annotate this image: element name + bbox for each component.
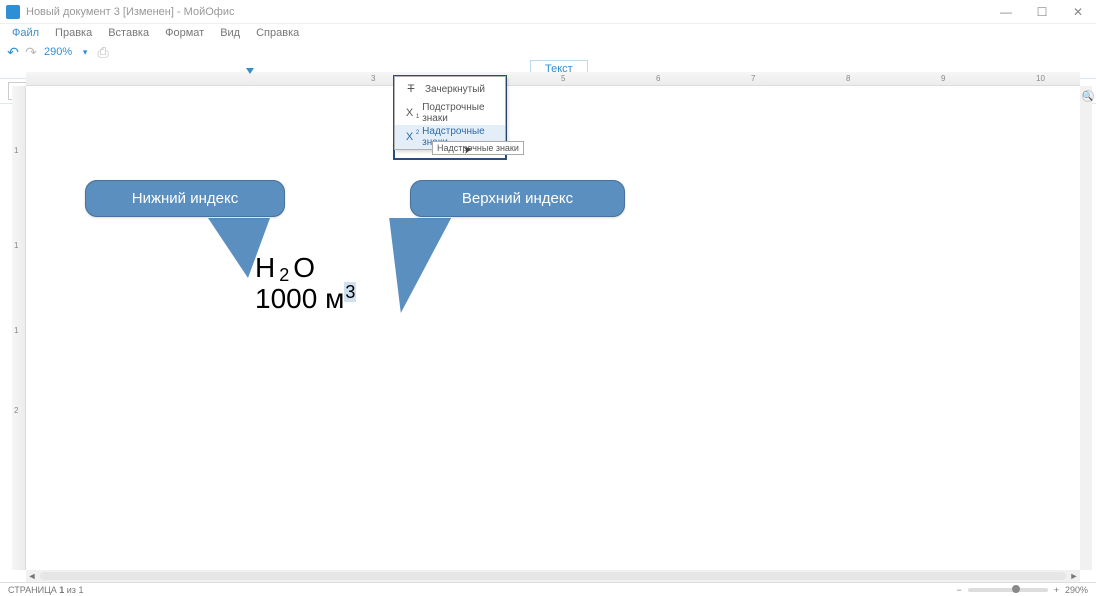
page [26, 86, 1080, 570]
indent-marker-icon[interactable] [246, 68, 254, 74]
close-button[interactable]: ✕ [1060, 0, 1096, 24]
menu-format[interactable]: Формат [157, 26, 212, 40]
quick-zoom-value[interactable]: 290% [44, 46, 72, 58]
strikethrough-icon: T [403, 83, 419, 95]
callout-lower-index: Нижний индекс [85, 180, 285, 217]
title-bar: Новый документ 3 [Изменен] - МойОфис — ☐… [0, 0, 1096, 24]
menu-bar: Файл Правка Вставка Формат Вид Справка [0, 24, 1096, 42]
status-page-num: 1 [59, 585, 64, 595]
document-viewport[interactable] [26, 86, 1080, 570]
print-icon[interactable]: ⎙ [94, 43, 112, 61]
nav-pane-toggle-icon[interactable]: 🔍 [1082, 90, 1094, 102]
subscript-icon: X1 [403, 107, 416, 119]
scroll-left-icon[interactable]: ◄ [26, 571, 38, 581]
horizontal-ruler[interactable]: 3 4 5 6 7 8 9 10 [26, 72, 1080, 86]
document-line-2[interactable]: 1000 м3 [255, 282, 356, 316]
menu-view[interactable]: Вид [212, 26, 248, 40]
callout-upper-index: Верхний индекс [410, 180, 625, 217]
dropdown-subscript[interactable]: X1 Подстрочные знаки [395, 101, 505, 125]
horizontal-scrollbar[interactable]: ◄ ► [26, 570, 1080, 582]
undo-icon[interactable]: ↶ [4, 43, 22, 61]
menu-file[interactable]: Файл [4, 26, 47, 40]
app-logo-icon [6, 5, 20, 19]
status-zoom-value[interactable]: 290% [1065, 585, 1088, 595]
vertical-ruler[interactable]: 1 1 1 2 [12, 86, 26, 570]
status-page-sep: из [67, 585, 76, 595]
selected-superscript: 3 [344, 282, 356, 302]
more-format-dropdown: T Зачеркнутый X1 Подстрочные знаки X2 На… [394, 76, 506, 150]
minimize-button[interactable]: — [988, 0, 1024, 24]
scroll-right-icon[interactable]: ► [1068, 571, 1080, 581]
menu-edit[interactable]: Правка [47, 26, 100, 40]
window-title: Новый документ 3 [Изменен] - МойОфис [26, 6, 988, 18]
zoom-slider[interactable] [968, 588, 1048, 592]
status-bar: СТРАНИЦА 1 из 1 − + 290% [0, 582, 1096, 596]
menu-insert[interactable]: Вставка [100, 26, 157, 40]
zoom-in-icon[interactable]: + [1054, 585, 1059, 595]
scroll-track[interactable] [40, 572, 1066, 580]
superscript-icon: X2 [403, 131, 416, 143]
vertical-scrollbar[interactable] [1080, 86, 1092, 570]
zoom-out-icon[interactable]: − [956, 585, 961, 595]
zoom-dropdown-icon[interactable]: ▾ [76, 43, 94, 61]
status-page-label: СТРАНИЦА [8, 585, 57, 595]
maximize-button[interactable]: ☐ [1024, 0, 1060, 24]
tooltip: Надстрочные знаки [432, 141, 524, 155]
redo-icon[interactable]: ↷ [22, 43, 40, 61]
dropdown-strikethrough[interactable]: T Зачеркнутый [395, 77, 505, 101]
status-page-total: 1 [78, 585, 83, 595]
quick-access: ↶ ↷ 290% ▾ ⎙ [0, 42, 1096, 62]
menu-help[interactable]: Справка [248, 26, 307, 40]
